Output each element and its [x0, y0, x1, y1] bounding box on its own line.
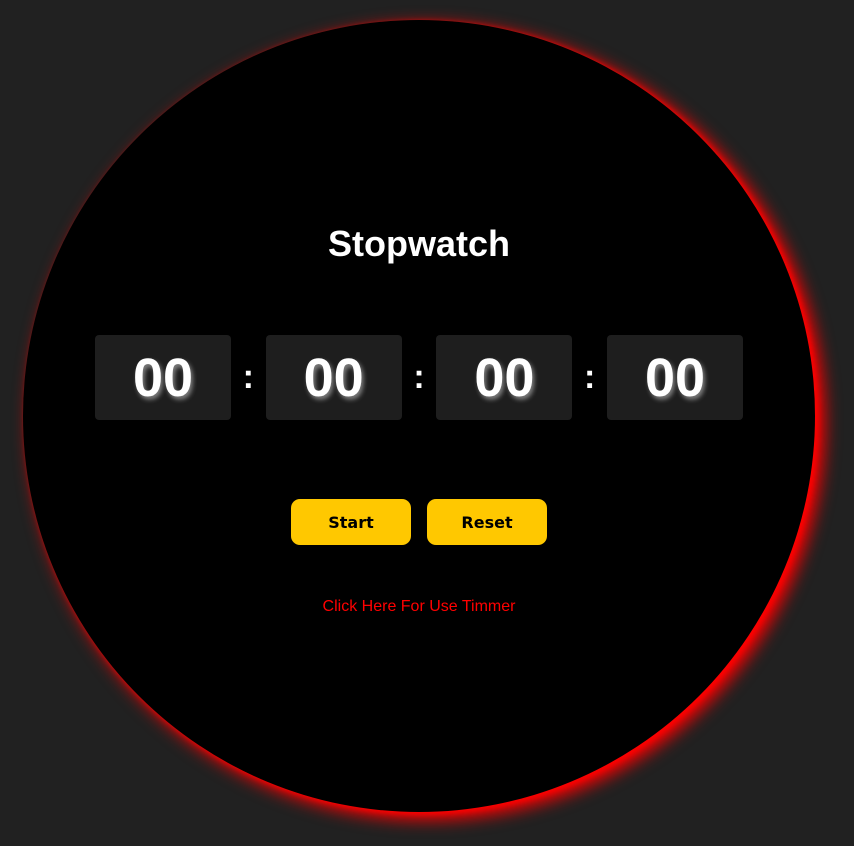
seconds-display: 00 — [436, 335, 573, 420]
reset-button[interactable]: Reset — [427, 499, 547, 545]
start-button[interactable]: Start — [291, 499, 411, 545]
page-title: Stopwatch — [327, 223, 510, 264]
hours-display: 00 — [95, 335, 231, 420]
timer-link[interactable]: Click Here For Use Timmer — [0, 597, 838, 616]
time-display: 00 : 00 : 00 : 00 — [95, 335, 744, 420]
time-separator: : — [413, 358, 425, 396]
time-separator: : — [584, 358, 596, 396]
control-buttons: Start Reset — [291, 499, 547, 545]
time-separator: : — [242, 358, 254, 396]
minutes-display: 00 — [265, 335, 402, 420]
centiseconds-display: 00 — [607, 335, 744, 420]
